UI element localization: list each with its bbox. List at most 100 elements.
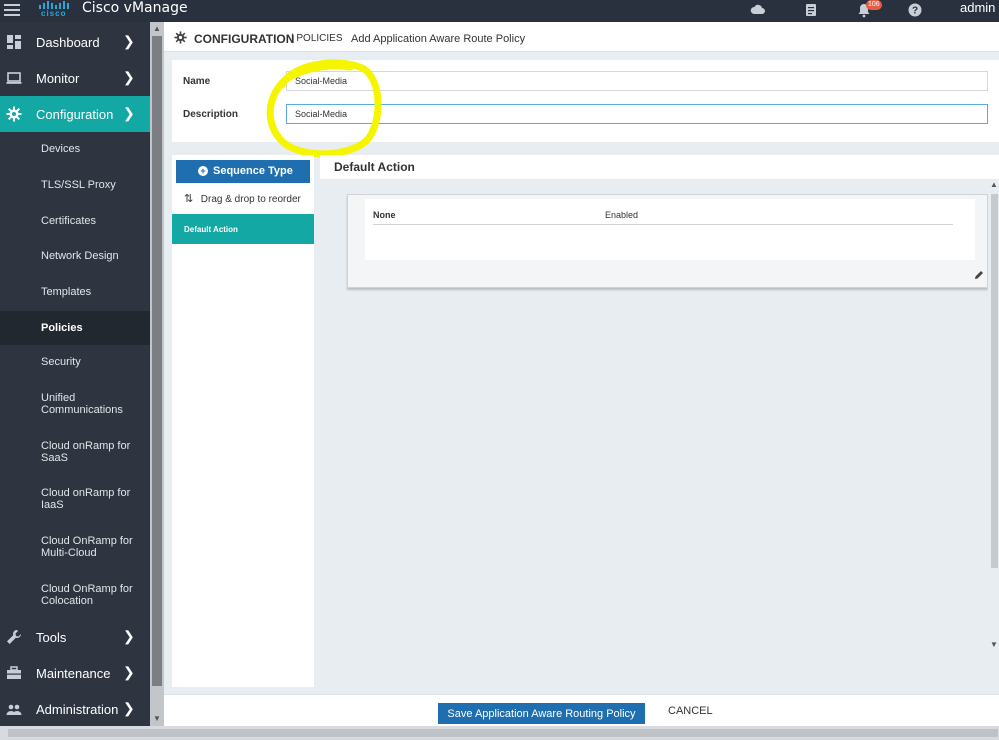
subnav-security[interactable]: Security — [0, 345, 150, 381]
top-bar: cisco Cisco vManage 106 ? admin — [0, 0, 999, 22]
breadcrumb-section: CONFIGURATION — [194, 32, 295, 46]
subnav-label: Cloud OnRamp for Colocation — [41, 583, 133, 607]
chevron-right-icon: ❯ — [123, 700, 135, 716]
name-label: Name — [183, 76, 211, 87]
cisco-logo: cisco — [38, 0, 72, 20]
action-bar: Save Application Aware Routing Policy CA… — [164, 694, 999, 726]
menu-icon[interactable] — [4, 1, 20, 17]
chevron-right-icon: ❯ — [123, 664, 135, 680]
sidebar-scrollbar[interactable]: ▲ ▼ — [150, 22, 164, 726]
user-menu[interactable]: admin — [960, 0, 995, 15]
toolbox-icon — [7, 666, 21, 679]
subnav-network-design[interactable]: Network Design — [0, 239, 150, 275]
default-action-item-label: Default Action — [184, 225, 238, 234]
horizontal-scroll-thumb[interactable] — [8, 729, 998, 737]
subnav-label: Policies — [41, 322, 83, 334]
breadcrumb-subsection: | POLICIES — [291, 33, 343, 44]
description-label: Description — [183, 109, 239, 120]
nav-monitor[interactable]: Monitor ❯ — [0, 60, 150, 96]
pencil-icon[interactable] — [974, 270, 984, 280]
subnav-label: Cloud OnRamp for Multi-Cloud — [41, 535, 133, 559]
horizontal-scrollbar[interactable] — [0, 726, 999, 740]
content-scrollbar[interactable]: ▲ ▼ — [988, 180, 999, 650]
highlight-annotation — [266, 59, 382, 158]
nav-administration[interactable]: Administration ❯ — [0, 691, 150, 727]
subnav-cloud-onramp-iaas[interactable]: Cloud onRamp for IaaS — [0, 476, 150, 524]
subnav-label: Security — [41, 356, 81, 368]
default-action-title: Default Action — [334, 160, 415, 174]
subnav-label: Cloud onRamp for IaaS — [41, 487, 131, 511]
subnav-label: Network Design — [41, 250, 119, 262]
nav-dashboard[interactable]: Dashboard ❯ — [0, 24, 150, 60]
drag-label: Drag & drop to reorder — [200, 194, 301, 205]
chevron-right-icon: ❯ — [123, 33, 135, 49]
app-title: Cisco vManage — [82, 0, 188, 16]
sidebar-scroll-thumb[interactable] — [152, 36, 162, 686]
monitor-icon — [6, 72, 22, 84]
nav-label: Administration — [36, 702, 119, 717]
clipboard-icon[interactable] — [803, 2, 819, 18]
subnav-tls-ssl-proxy[interactable]: TLS/SSL Proxy — [0, 167, 150, 203]
sequence-type-label: Sequence Type — [213, 165, 293, 177]
chevron-right-icon: ❯ — [123, 105, 135, 121]
page-header: CONFIGURATION | POLICIES Add Application… — [164, 22, 999, 52]
dashboard-icon — [7, 35, 21, 49]
subnav-label: Templates — [41, 286, 92, 298]
nav-label: Configuration — [36, 107, 114, 122]
sequence-type-button[interactable]: + Sequence Type — [176, 160, 310, 183]
save-policy-button[interactable]: Save Application Aware Routing Policy — [438, 703, 645, 724]
cisco-bars-icon — [39, 1, 69, 9]
nav-label: Monitor — [36, 71, 80, 86]
brand-text: cisco — [41, 9, 67, 18]
description-input[interactable] — [286, 104, 988, 124]
subnav-policies[interactable]: Policies — [0, 311, 150, 345]
subnav-label: Devices — [41, 143, 81, 155]
nav-maintenance[interactable]: Maintenance ❯ — [0, 655, 150, 691]
nav-label: Tools — [36, 630, 67, 645]
plus-icon: + — [198, 166, 208, 176]
gear-icon — [6, 106, 22, 122]
subnav-certificates[interactable]: Certificates — [0, 203, 150, 239]
svg-text:?: ? — [912, 6, 918, 17]
nav-label: Dashboard — [36, 35, 100, 50]
sequence-panel: + Sequence Type ⇅ Drag & drop to reorder… — [172, 155, 314, 687]
divider — [373, 224, 953, 225]
subnav-label: TLS/SSL Proxy — [41, 179, 116, 191]
subnav-label: Unified Communications — [41, 392, 123, 416]
default-action-card: None Enabled — [347, 194, 988, 288]
action-none-cell: None — [373, 210, 396, 220]
subnav-unified-communications[interactable]: Unified Communications — [0, 381, 150, 429]
help-icon[interactable]: ? — [907, 2, 923, 18]
nav-tools[interactable]: Tools ❯ — [0, 619, 150, 655]
sidebar: Dashboard ❯ Monitor ❯ Configuration ❯ De… — [0, 22, 150, 726]
subnav-cloud-onramp-colocation[interactable]: Cloud OnRamp for Colocation — [0, 571, 150, 619]
subnav-templates[interactable]: Templates — [0, 275, 150, 311]
reorder-icon: ⇅ — [184, 193, 194, 205]
users-icon — [6, 704, 22, 715]
gear-icon — [174, 31, 187, 44]
nav-configuration[interactable]: Configuration ❯ — [0, 96, 150, 132]
nav-label: Maintenance — [36, 666, 111, 681]
wrench-icon — [7, 630, 21, 644]
notification-badge: 106 — [866, 0, 882, 10]
scroll-up-icon[interactable]: ▲ — [990, 180, 998, 189]
action-status-cell: Enabled — [605, 210, 639, 220]
subnav-cloud-onramp-multicloud[interactable]: Cloud OnRamp for Multi-Cloud — [0, 524, 150, 571]
cloud-icon[interactable] — [750, 2, 766, 18]
subnav-devices[interactable]: Devices — [0, 132, 150, 167]
scroll-down-icon[interactable]: ▼ — [990, 640, 998, 649]
name-input[interactable] — [286, 71, 988, 91]
default-action-table: None Enabled — [365, 199, 975, 260]
subnav-label: Cloud onRamp for SaaS — [41, 440, 131, 464]
chevron-right-icon: ❯ — [123, 628, 135, 644]
default-action-item[interactable]: Default Action — [172, 214, 314, 244]
cancel-button[interactable]: CANCEL — [668, 705, 713, 717]
subnav-cloud-onramp-saas[interactable]: Cloud onRamp for SaaS — [0, 429, 150, 476]
scroll-up-icon[interactable]: ▲ — [153, 24, 161, 33]
subnav-label: Certificates — [41, 215, 97, 227]
content-scroll-thumb[interactable] — [991, 194, 998, 568]
drag-reorder-hint: ⇅ Drag & drop to reorder — [184, 192, 301, 205]
page-title: Add Application Aware Route Policy — [351, 33, 526, 45]
scroll-down-icon[interactable]: ▼ — [153, 714, 161, 723]
chevron-right-icon: ❯ — [123, 69, 135, 85]
